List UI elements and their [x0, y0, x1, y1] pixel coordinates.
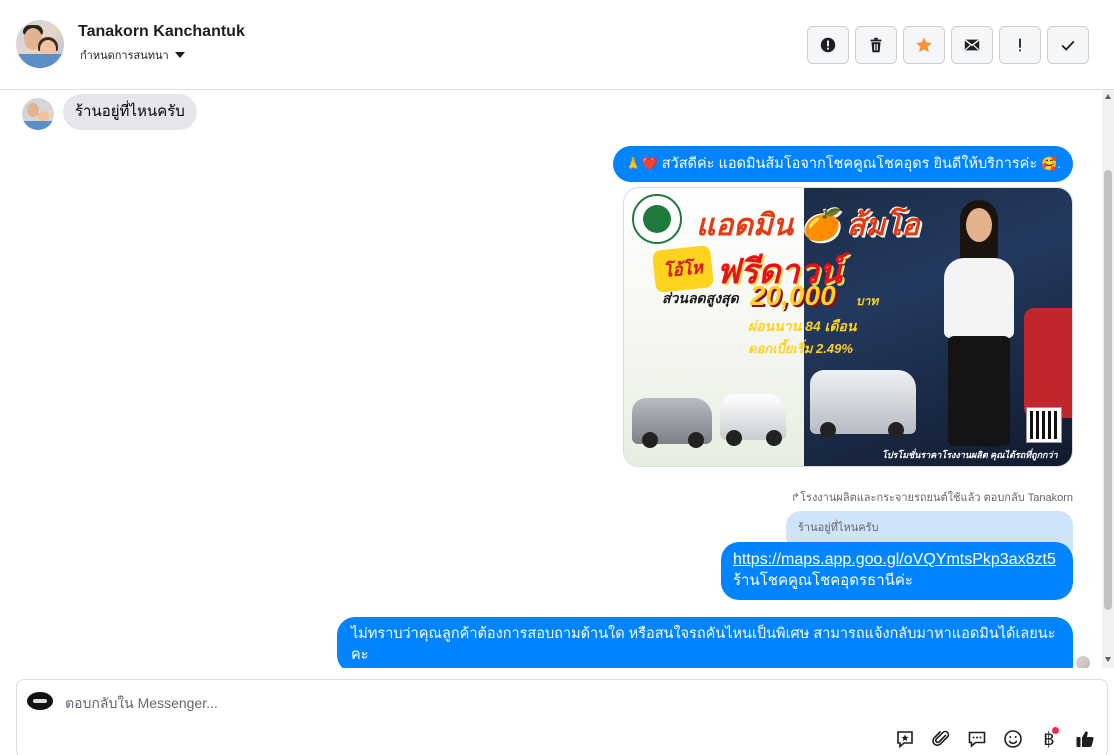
page-logo: [27, 692, 53, 710]
car-pickup-cage: [810, 370, 916, 438]
paperclip-icon: [932, 730, 950, 747]
promo-headline: แอดมิน 🍊 ส้มโอ: [696, 209, 920, 242]
message-thread[interactable]: ร้านอยู่ที่ไหนครับ 🙏❤️ สวัสดีค่ะ แอดมินส…: [0, 90, 1102, 668]
greeting-text: สวัสดีค่ะ แอดมินส้มโอจากโชคคูณโชคอุดร ยิ…: [661, 156, 1038, 172]
scroll-up-arrow[interactable]: [1105, 94, 1111, 99]
promo-installment: ผ่อนนาน 84 เดือน: [748, 318, 857, 334]
promo-burst: โอ้โห: [651, 245, 715, 293]
star-button[interactable]: [903, 26, 945, 64]
outgoing-greeting-message[interactable]: 🙏❤️ สวัสดีค่ะ แอดมินส้มโอจากโชคคูณโชคอุด…: [613, 146, 1073, 182]
composer-tools: ฿: [893, 727, 1097, 751]
notification-dot: [1052, 727, 1059, 734]
star-icon: [916, 37, 932, 53]
greeting-trailing-emoji: 🥰.: [1041, 156, 1061, 171]
contact-avatar[interactable]: [16, 20, 64, 68]
promo-interest: ดอกเบี้ยเริ่ม 2.49%: [748, 341, 853, 356]
maps-link[interactable]: https://maps.app.goo.gl/oVQYmtsPkp3ax8zt…: [733, 549, 1061, 570]
car-pickup-white: [720, 394, 786, 446]
reply-input[interactable]: [65, 692, 765, 714]
scroll-thumb[interactable]: [1104, 170, 1112, 610]
qr-code: [1026, 407, 1062, 443]
quick-reply-button[interactable]: [965, 727, 989, 751]
assign-conversation-dropdown[interactable]: กำหนดการสนทนา: [80, 46, 185, 64]
mark-unread-button[interactable]: [951, 26, 993, 64]
dealer-logo: [632, 194, 682, 244]
outgoing-followup-message[interactable]: ไม่ทราบว่าคุณลูกค้าต้องการสอบถามด้านใด ห…: [337, 617, 1073, 668]
message-composer: ฿: [16, 679, 1108, 755]
seen-indicator-avatar: [1076, 656, 1090, 668]
emoji-icon: [1004, 730, 1022, 748]
like-button[interactable]: [1073, 727, 1097, 751]
greeting-emoji: 🙏❤️: [625, 156, 658, 171]
thread-scrollbar[interactable]: [1102, 90, 1114, 668]
outgoing-link-message[interactable]: https://maps.app.goo.gl/oVQYmtsPkp3ax8zt…: [721, 542, 1073, 600]
envelope-icon: [964, 39, 980, 51]
promo-amount: 20,000: [750, 280, 836, 311]
conversation-toolbar: [807, 26, 1089, 64]
saved-reply-icon: [897, 731, 913, 749]
promo-model-figure: [934, 200, 1024, 466]
promo-image-attachment[interactable]: แอดมิน 🍊 ส้มโอ โอ้โห ฟรีดาวน์ ส่วนลดสูงส…: [623, 187, 1073, 467]
attach-file-button[interactable]: [929, 727, 953, 751]
contact-avatar-small[interactable]: [22, 98, 54, 130]
contact-name[interactable]: Tanakorn Kanchantuk: [78, 23, 245, 41]
thumbs-up-icon: [1076, 731, 1094, 747]
reply-context-label: ↱โรงงานผลิตและกระจายรถยนต์ใช้แล้ว ตอบกลั…: [790, 492, 1073, 504]
link-message-text: ร้านโชคคูณโชคอุดรธานีค่ะ: [733, 572, 913, 589]
promo-currency: บาท: [856, 294, 879, 308]
delete-button[interactable]: [855, 26, 897, 64]
payment-button[interactable]: ฿: [1037, 727, 1061, 751]
follow-up-button[interactable]: [999, 26, 1041, 64]
report-button[interactable]: [807, 26, 849, 64]
incoming-message[interactable]: ร้านอยู่ที่ไหนครับ: [63, 94, 197, 130]
saved-replies-button[interactable]: [893, 727, 917, 751]
conversation-header: Tanakorn Kanchantuk กำหนดการสนทนา: [0, 0, 1114, 90]
caret-down-icon: [174, 52, 185, 58]
emoji-button[interactable]: [1001, 727, 1025, 751]
trash-icon: [870, 37, 882, 53]
report-icon: [820, 37, 836, 53]
mark-done-button[interactable]: [1047, 26, 1089, 64]
exclamation-icon: [1019, 38, 1021, 52]
assign-label: กำหนดการสนทนา: [80, 50, 169, 62]
car-sedan-silver: [632, 398, 712, 448]
promo-discount-label: ส่วนลดสูงสุด: [662, 290, 739, 306]
checkmark-icon: [1061, 40, 1075, 51]
scroll-down-arrow[interactable]: [1105, 657, 1111, 662]
promo-footer: โปรโมชั่นราคาโรงงานผลิต คุณได้รถที่ถูกกว…: [882, 450, 1058, 460]
chat-bubble-icon: [968, 731, 986, 748]
